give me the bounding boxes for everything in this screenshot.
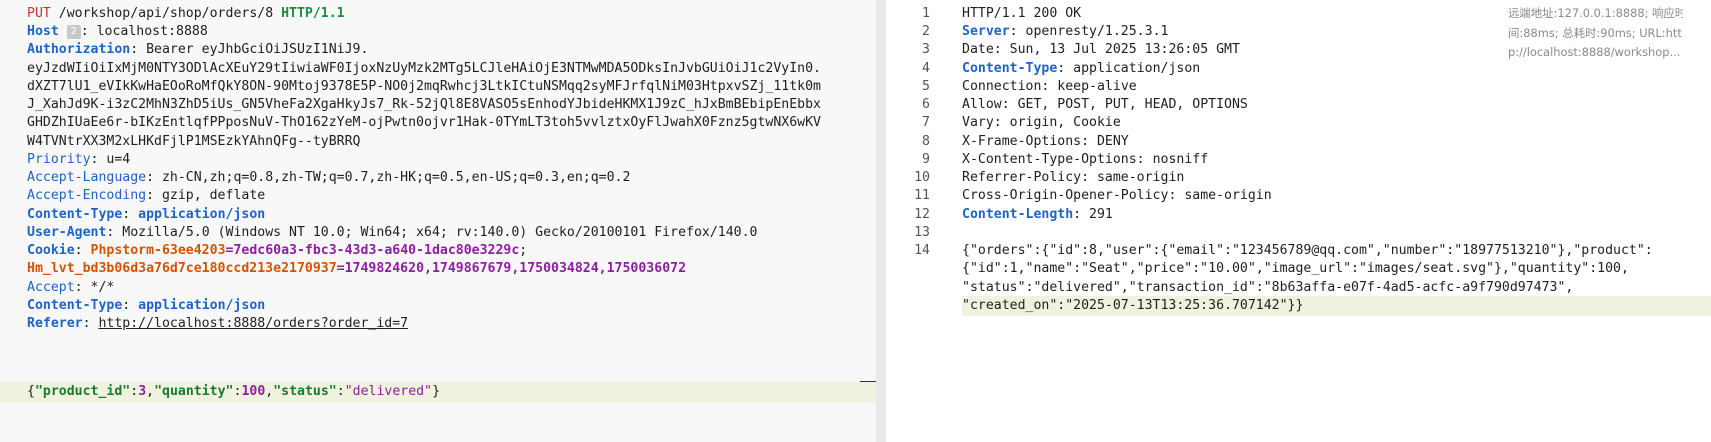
response-meta-info: 远端地址:127.0.0.1:8888; 响应时 间:88ms; 总耗时:90m… [1508, 4, 1683, 63]
response-header-content-length: 12 Content-Length: 291 [886, 205, 1711, 225]
response-body-line: {"id":1,"name":"Seat","price":"10.00","i… [962, 261, 1629, 276]
line-number: 11 [914, 188, 930, 203]
response-header-allow: 6 Allow: GET, POST, PUT, HEAD, OPTIONS [886, 95, 1711, 115]
request-editor[interactable]: PUT /workshop/api/shop/orders/8 HTTP/1.1… [0, 0, 876, 442]
response-body-line: "status":"delivered","transaction_id":"8… [962, 280, 1574, 295]
response-header-connection: 5 Connection: keep-alive [886, 77, 1711, 97]
header-accept-encoding: Accept-Encoding: gzip, deflate [27, 188, 266, 203]
header-cookie: Cookie: Phpstorm-63ee4203=7edc60a3-fbc3-… [27, 243, 536, 258]
response-header-referrer-policy: 10 Referrer-Policy: same-origin [886, 168, 1711, 188]
line-number: 9 [922, 152, 930, 167]
referer-link[interactable]: http://localhost:8888/orders?order_id=7 [98, 316, 408, 331]
header-accept: Accept: */* [27, 280, 115, 295]
response-header-coop: 11 Cross-Origin-Opener-Policy: same-origi… [886, 186, 1711, 206]
header-content-type-2: Content-Type: application/json [27, 298, 266, 313]
meta-line: 远端地址:127.0.0.1:8888; 响应时 [1508, 6, 1683, 20]
line-number: 4 [922, 61, 930, 76]
line-number: 13 [914, 225, 930, 240]
request-path: /workshop/api/shop/orders/8 [50, 6, 282, 21]
cookie-value: 1749824620,1749867679,1750034824,1750036… [344, 261, 687, 276]
request-protocol: HTTP/1.1 [281, 6, 345, 21]
response-body-line: 14 {"orders":{"id":8,"user":{"email":"123… [886, 241, 1711, 261]
token-line: GHDZhIUaEe6r-bIKzEntlqfPPposNuV-ThO162zY… [27, 115, 821, 130]
header-authorization: Authorization: Bearer eyJhbGciOiJSUzI1Ni… [27, 42, 369, 57]
header-host: Host 2: localhost:8888 [27, 24, 208, 39]
request-body: {"product_id":3,"quantity":100,"status":… [0, 382, 876, 402]
meta-line: 间:88ms; 总耗时:90ms; URL:htt [1508, 25, 1682, 40]
token-line: W4TVNtrXX3M2xLHKdFjlP1MSEzkYAhnQFg--tyBR… [27, 134, 361, 149]
cookie-name: Hm_lvt_bd3b06d3a76d7ce180ccd213e2170937 [27, 261, 337, 276]
line-number: 14 [914, 243, 930, 258]
line-number: 8 [922, 134, 930, 149]
request-method: PUT [27, 6, 51, 21]
response-header-x-content-type-options: 9 X-Content-Type-Options: nosniff [886, 150, 1711, 170]
header-content-type: Content-Type: application/json [27, 207, 266, 222]
header-accept-language: Accept-Language: zh-CN,zh;q=0.8,zh-TW;q=… [27, 170, 631, 185]
cookie-value: 7edc60a3-fbc3-43d3-a640-1dac80e3229c [233, 243, 520, 258]
meta-line: p://localhost:8888/workshop... [1508, 45, 1681, 59]
line-number: 1 [922, 6, 930, 21]
host-count-badge[interactable]: 2 [66, 25, 81, 39]
header-priority: Priority: u=4 [27, 152, 131, 167]
request-line: PUT /workshop/api/shop/orders/8 HTTP/1.1 [0, 4, 876, 24]
header-user-agent: User-Agent: Mozilla/5.0 (Windows NT 10.0… [27, 225, 758, 240]
header-referer: Referer: http://localhost:8888/orders?or… [27, 316, 409, 331]
token-line: eyJzdWIiOiIxMjM0NTY3ODlAcXEuY29tIiwiaWF0… [27, 61, 821, 76]
line-number: 6 [922, 97, 930, 112]
line-number: 3 [922, 42, 930, 57]
response-viewer[interactable]: 1 HTTP/1.1 200 OK 2 Server: openresty/1.25… [886, 0, 1711, 442]
response-header-vary: 7 Vary: origin, Cookie [886, 113, 1711, 133]
line-number: 5 [922, 79, 930, 94]
cookie-line: Hm_lvt_bd3b06d3a76d7ce180ccd213e2170937=… [27, 261, 687, 276]
line-number: 2 [922, 24, 930, 39]
token-line: J_XahJd9K-i3zC2MhN3ZhD5iUs_GN5VheFa2XgaH… [27, 97, 821, 112]
response-header-x-frame-options: 8 X-Frame-Options: DENY [886, 132, 1711, 152]
line-number: 12 [914, 207, 930, 222]
response-blank-line: 13 [886, 223, 1711, 243]
cookie-name: Phpstorm-63ee4203 [90, 243, 226, 258]
line-number: 7 [922, 115, 930, 130]
response-body-line: "created_on":"2025-07-13T13:25:36.707142… [962, 296, 1711, 316]
token-line: dXZT7lU1_eVIkKwHaEOoRoMfQkY8ON-90Mtoj937… [27, 79, 821, 94]
line-number: 10 [914, 170, 930, 185]
